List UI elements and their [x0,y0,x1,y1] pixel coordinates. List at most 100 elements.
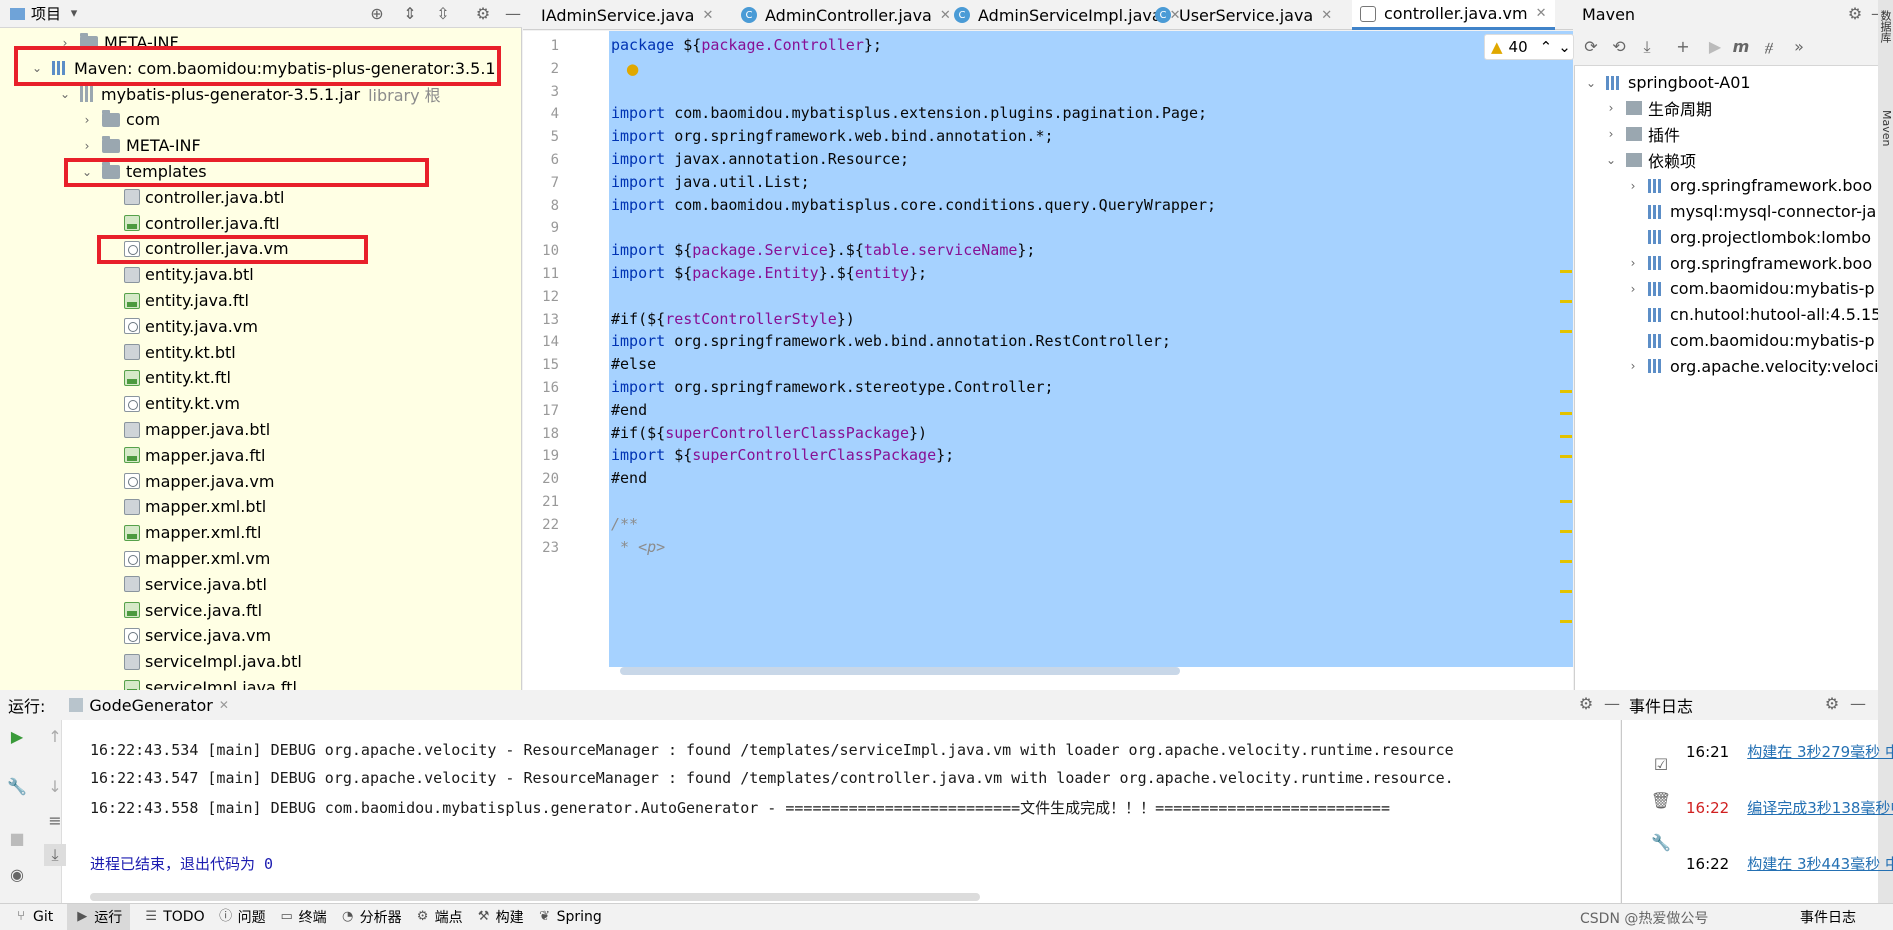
database-tool-button[interactable]: 数据库 [1878,10,1893,43]
reload-folder-icon[interactable]: ⟲ [1608,36,1630,58]
chevron-up-icon[interactable]: ⌃ [1540,38,1553,56]
code-line[interactable]: #else [611,355,656,373]
chevron-right-icon[interactable]: › [80,113,94,127]
project-panel-title[interactable]: 项目 [31,3,61,24]
console-line[interactable]: 进程已结束，退出代码为 0 [90,853,273,874]
maven-node[interactable]: mysql:mysql-connector-ja [1626,199,1876,224]
code-line[interactable]: import org.springframework.web.bind.anno… [611,332,1171,350]
close-icon[interactable]: ✕ [1536,6,1547,21]
code-line[interactable]: import java.util.List; [611,173,810,191]
code-line[interactable]: #end [611,469,647,487]
warning-indicator[interactable]: ▲ 40 ⌃ ⌄ [1484,34,1574,60]
code-line[interactable]: import ${package.Service}.${table.servic… [611,241,1035,259]
statusbar-git[interactable]: ⑂ Git [14,909,53,925]
tree-node[interactable]: entity.java.btl [124,262,254,287]
more-icon[interactable]: » [1788,36,1810,58]
chevron-down-icon[interactable]: ⌄ [1604,153,1618,167]
tree-node[interactable]: mapper.java.vm [124,469,274,494]
warning-stripe[interactable] [1560,412,1572,415]
console-scrollbar[interactable] [90,893,980,901]
chevron-down-icon[interactable]: ▾ [67,6,81,21]
maven-node[interactable]: › com.baomidou:mybatis-p [1626,276,1875,301]
trash-icon[interactable]: 🗑 [1650,790,1672,812]
chevron-right-icon[interactable]: › [1604,101,1618,115]
soft-wrap-icon[interactable]: ≡ [44,810,66,832]
statusbar-todo[interactable]: ☰ TODO [144,909,204,925]
maven-node[interactable]: › org.springframework.boo [1626,173,1873,198]
maven-node[interactable]: › org.apache.velocity:veloci [1626,354,1879,379]
code-line[interactable]: #if(${superControllerClassPackage}) [611,424,927,442]
tree-node[interactable]: service.java.btl [124,572,267,597]
chevron-down-icon[interactable]: ⌄ [1584,76,1598,90]
chevron-right-icon[interactable]: › [1626,256,1640,270]
maven-node[interactable]: cn.hutool:hutool-all:4.5.15 [1626,302,1881,327]
chevron-down-icon[interactable]: ⌄ [1558,38,1571,56]
close-icon[interactable]: ✕ [702,8,713,23]
tree-node[interactable]: entity.kt.ftl [124,365,231,390]
maven-node[interactable]: › org.springframework.boo [1626,251,1873,276]
statusbar-build[interactable]: ⚒ 构建 [477,907,524,927]
tree-node[interactable]: entity.kt.vm [124,391,240,416]
mark-read-icon[interactable]: ☑ [1650,754,1672,776]
event-link[interactable]: 构建在 3秒443毫秒 中成 [1747,855,1893,873]
chevron-down-icon[interactable] [1548,4,1570,26]
maven-node[interactable]: com.baomidou:mybatis-p [1626,328,1875,353]
code-line[interactable]: #if(${restControllerStyle}) [611,310,855,328]
chevron-right-icon[interactable]: › [1626,179,1640,193]
wrench-icon[interactable]: 🔧 [1650,832,1672,854]
close-icon[interactable]: ✕ [219,698,229,712]
run-tab[interactable]: GodeGenerator ✕ [69,696,229,715]
skip-tests-icon[interactable]: ⧣ [1758,36,1780,58]
maven-goal-icon[interactable]: m [1730,36,1752,58]
statusbar-profiler[interactable]: ◔ 分析器 [341,907,402,927]
tree-node[interactable]: mapper.java.ftl [124,443,265,468]
scroll-end-icon[interactable]: ⤓ [44,844,66,866]
tree-node[interactable]: › META-INF [80,133,201,158]
rerun-icon[interactable]: ▶ [6,726,28,748]
gear-icon[interactable]: ⚙ [1821,693,1843,715]
gear-icon[interactable]: ⚙ [472,3,494,25]
tree-node[interactable]: controller.java.ftl [124,211,280,236]
warning-stripe[interactable] [1560,620,1572,623]
warning-stripe[interactable] [1560,270,1572,273]
close-icon[interactable]: ✕ [1321,8,1332,23]
camera-icon[interactable]: ◉ [6,864,28,886]
tree-node[interactable]: mapper.xml.ftl [124,520,261,545]
maven-node[interactable]: › 生命周期 [1604,96,1712,121]
warning-stripe[interactable] [1560,435,1572,438]
stop-icon[interactable]: ■ [6,828,28,850]
statusbar-terminal[interactable]: ▭ 终端 [280,907,326,927]
run-icon[interactable]: ▶ [1704,36,1726,58]
statusbar-problems[interactable]: ⓘ 问题 [219,907,266,927]
editor-tab[interactable]: controller.java.vm ✕ [1352,0,1555,30]
tree-node[interactable]: › com [80,107,160,132]
statusbar-spring[interactable]: ❦ Spring [538,909,602,925]
tree-node[interactable]: entity.java.vm [124,314,258,339]
warning-stripe[interactable] [1560,330,1572,333]
code-line[interactable]: package ${package.Controller}; [611,36,882,54]
chevron-right-icon[interactable]: › [1604,127,1618,141]
warning-stripe[interactable] [1560,560,1572,563]
event-link[interactable]: 编译完成3秒138毫秒中 [1747,799,1893,817]
editor-tab[interactable]: IAdminService.java ✕ [533,0,721,30]
code-line[interactable]: * <p> [611,538,665,556]
tree-node[interactable]: entity.kt.btl [124,340,236,365]
hide-icon[interactable]: — [1847,693,1869,715]
tree-node[interactable]: mapper.xml.btl [124,494,266,519]
code-line[interactable]: import javax.annotation.Resource; [611,150,909,168]
code-line[interactable]: import org.springframework.web.bind.anno… [611,127,1054,145]
collapse-all-icon[interactable]: ⇳ [432,3,454,25]
warning-stripe[interactable] [1560,590,1572,593]
tree-node[interactable]: service.java.ftl [124,598,262,623]
chevron-right-icon[interactable]: › [1626,282,1640,296]
warning-stripe[interactable] [1560,300,1572,303]
gear-icon[interactable]: ⚙ [1844,3,1866,25]
editor-tab[interactable]: C UserService.java ✕ [1147,0,1340,30]
maven-node[interactable]: ⌄ 依赖项 [1604,147,1696,172]
event-link[interactable]: 构建在 3秒279毫秒 中成 [1747,743,1893,761]
warning-stripe[interactable] [1560,455,1572,458]
maven-node[interactable]: › 插件 [1604,122,1680,147]
bulb-icon[interactable]: ● [626,60,640,78]
code-line[interactable]: /** [611,515,638,533]
code-line[interactable]: import com.baomidou.mybatisplus.extensio… [611,104,1207,122]
